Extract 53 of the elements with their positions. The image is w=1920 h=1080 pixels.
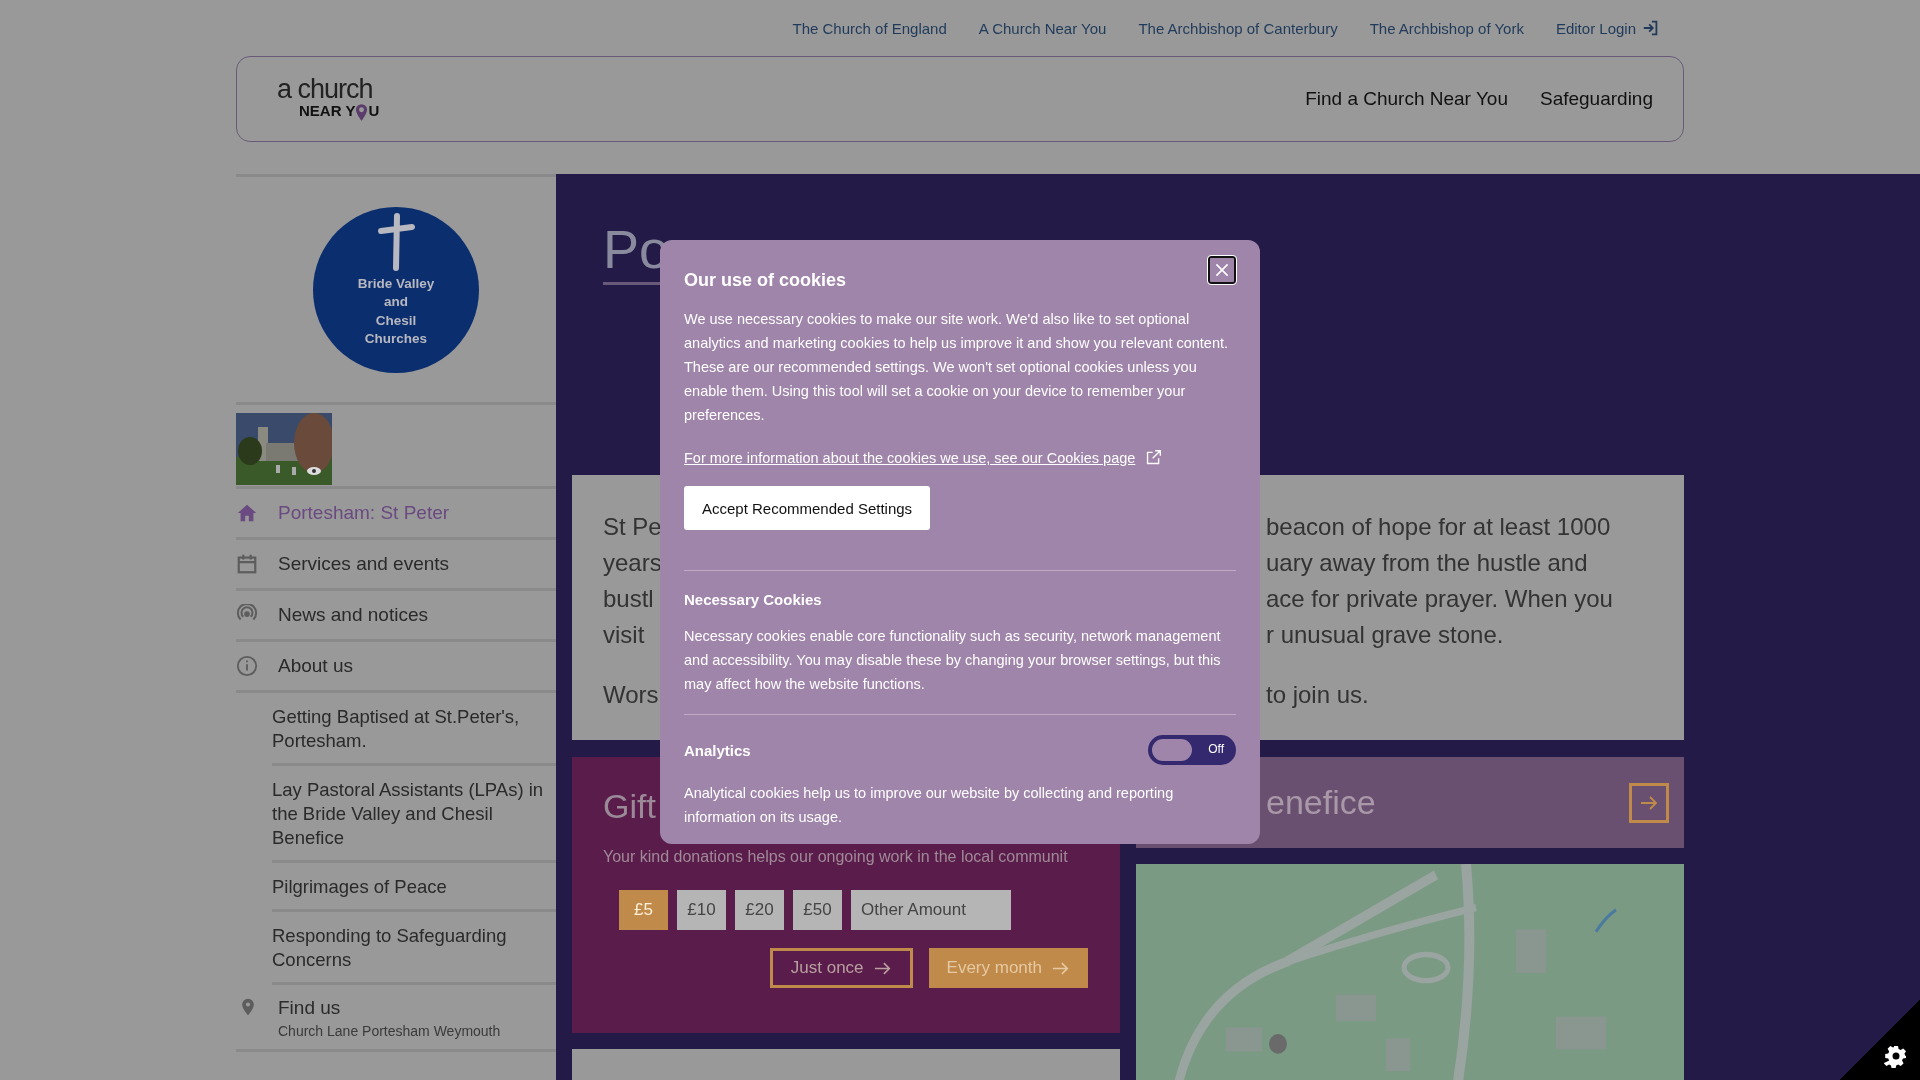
intro-text: years <box>603 548 662 579</box>
top-nav-link[interactable]: The Archbishop of Canterbury <box>1138 19 1338 37</box>
gift-title: Gift <box>603 787 656 826</box>
section-title: Analytics <box>684 741 751 759</box>
calendar-icon <box>236 553 258 575</box>
intro-text: uary away from the hustle and <box>1266 548 1588 579</box>
intro-text: bustl <box>603 584 654 615</box>
section-text: Analytical cookies help us to improve our website by collecting and reporting information on its usage. <box>684 784 1175 827</box>
home-icon <box>236 502 258 524</box>
logo-text: U <box>368 103 380 118</box>
intro-text: visit <box>603 620 645 651</box>
external-link-icon <box>1145 449 1163 466</box>
info-icon <box>236 655 258 677</box>
toggle-switch[interactable]: Off <box>1148 735 1236 765</box>
top-nav-link[interactable]: The Church of England <box>792 19 947 37</box>
amount-option[interactable]: £5 <box>619 890 668 930</box>
arrow-right-icon <box>1052 961 1070 975</box>
cookies-page-link[interactable]: For more information about the cookies we use, see our Cookies page <box>684 449 1136 466</box>
logo-text: NEAR Y <box>299 103 356 118</box>
close-button[interactable] <box>1208 256 1236 284</box>
benefice-title: enefice <box>1266 783 1376 822</box>
amount-option[interactable]: £20 <box>735 890 784 930</box>
section-title: Necessary Cookies <box>684 591 822 608</box>
main-nav-link[interactable]: Find a Church Near You <box>1305 88 1508 110</box>
amount-option[interactable]: £50 <box>793 890 842 930</box>
intro-text: r unusual grave stone. <box>1266 620 1504 651</box>
top-nav-link[interactable]: The Archbishop of York <box>1369 19 1524 37</box>
other-amount-field[interactable]: Other Amount <box>851 890 1011 930</box>
logo-text: a church <box>277 76 374 103</box>
pin-icon <box>355 103 369 122</box>
worship-text: Wors <box>603 680 659 711</box>
dialog-text: We use necessary cookies to make our site work. We'd also like to set optional analytics and marketing cookies to help us improve it and show you relevant content. These are our recommended settings. We won't set optional cookies unless you enable them. Using this tool will set a cookie on your device to remember your preferences. <box>684 310 1230 425</box>
arrow-right-icon <box>873 961 892 975</box>
login-icon <box>1642 19 1660 37</box>
donate-button[interactable]: Just once <box>769 948 913 988</box>
accept-button[interactable]: Accept Recommended Settings <box>684 486 931 530</box>
section-text: Necessary cookies enable core functionality such as security, network management and accessibility. You may disable these by changing your browser settings, but this may affect how the website functions. <box>684 627 1222 694</box>
find-us-link[interactable]: Find us <box>278 997 501 1019</box>
top-nav-link[interactable]: Editor Login <box>1555 19 1660 37</box>
close-icon <box>1214 262 1230 278</box>
address-text: Church Lane Portesham Weymouth <box>278 1023 501 1039</box>
arrow-right-icon[interactable] <box>1629 782 1669 823</box>
top-nav-link[interactable]: A Church Near You <box>978 19 1107 37</box>
church-logo: Bride Valley and Chesil Churches <box>313 206 479 373</box>
worship-text: to join us. <box>1266 680 1369 711</box>
intro-text: ace for private prayer. When you <box>1266 584 1613 615</box>
amount-option[interactable]: £10 <box>677 890 726 930</box>
intro-text: St Pe <box>603 512 662 543</box>
gift-description: Your kind donations helps our ongoing work in the local communit <box>603 848 1069 866</box>
main-nav-link[interactable]: Safeguarding <box>1539 88 1653 110</box>
dialog-title: Our use of cookies <box>684 270 847 291</box>
intro-text: beacon of hope for at least 1000 <box>1266 512 1611 543</box>
settings-icon <box>1884 1044 1908 1068</box>
